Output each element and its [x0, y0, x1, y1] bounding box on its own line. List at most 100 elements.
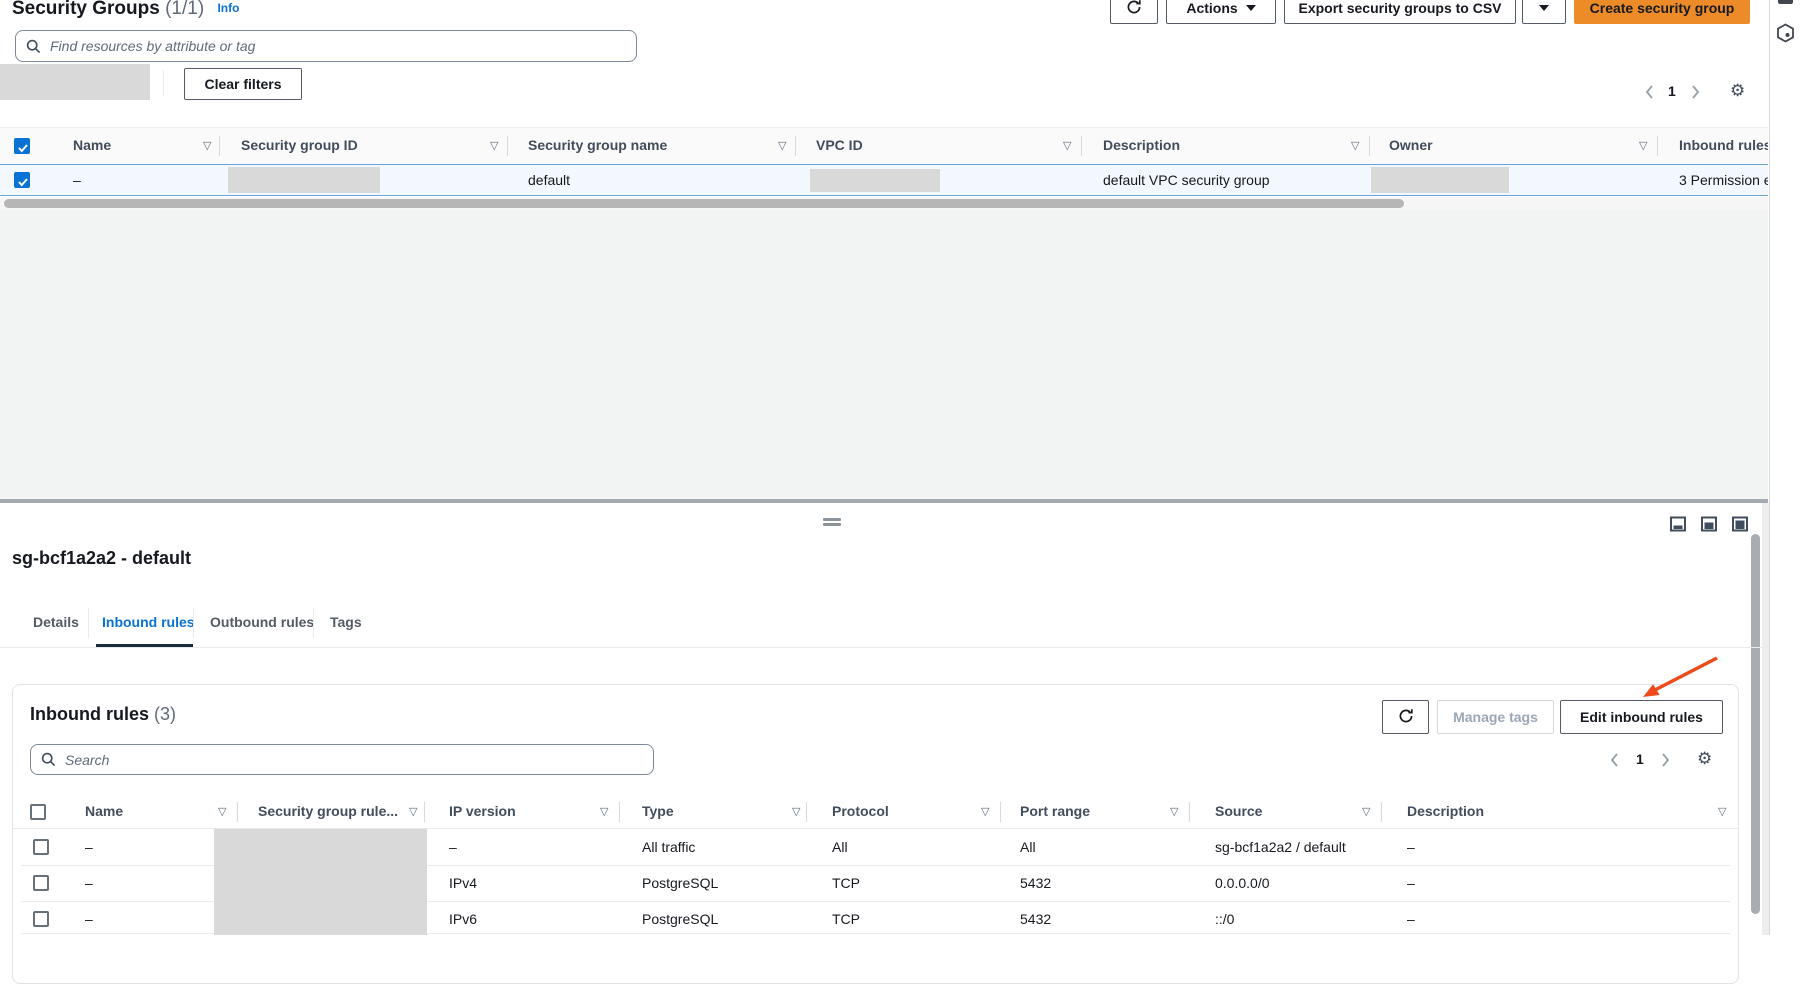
- sort-icon[interactable]: ▽: [490, 139, 498, 152]
- column-divider[interactable]: [806, 802, 807, 822]
- find-resources-input[interactable]: [48, 37, 626, 55]
- security-groups-table: Name ▽ Security group ID ▽ Security grou…: [0, 127, 1768, 208]
- column-header-name[interactable]: Name: [85, 803, 123, 819]
- tab-details[interactable]: Details: [33, 614, 79, 630]
- split-panel-drag-handle[interactable]: [823, 518, 841, 528]
- create-security-group-button[interactable]: Create security group: [1574, 0, 1750, 24]
- find-resources-searchbox: [15, 30, 637, 62]
- column-header-description[interactable]: Description: [1103, 137, 1180, 153]
- column-header-protocol[interactable]: Protocol: [832, 803, 889, 819]
- tab-divider: [193, 608, 194, 638]
- sort-icon[interactable]: ▽: [600, 805, 608, 818]
- next-page-icon[interactable]: [1660, 752, 1671, 773]
- column-divider[interactable]: [507, 136, 508, 156]
- inbound-refresh-button[interactable]: [1382, 700, 1429, 734]
- sort-icon[interactable]: ▽: [792, 805, 800, 818]
- row-checkbox[interactable]: [33, 911, 49, 927]
- select-all-checkbox[interactable]: [30, 804, 46, 820]
- column-header-sg-name[interactable]: Security group name: [528, 137, 667, 153]
- column-header-owner[interactable]: Owner: [1389, 137, 1433, 153]
- refresh-icon: [1398, 708, 1414, 727]
- redacted-security-group-rule-id-column: [214, 829, 427, 935]
- sort-icon[interactable]: ▽: [203, 139, 211, 152]
- refresh-button[interactable]: [1110, 0, 1158, 24]
- actions-button[interactable]: Actions: [1166, 0, 1276, 24]
- column-header-port-range[interactable]: Port range: [1020, 803, 1090, 819]
- column-divider[interactable]: [1381, 802, 1382, 822]
- column-divider[interactable]: [795, 136, 796, 156]
- column-divider[interactable]: [1000, 802, 1001, 822]
- column-divider[interactable]: [1189, 802, 1190, 822]
- export-csv-dropdown-button[interactable]: [1522, 0, 1566, 24]
- vertical-scrollbar-track[interactable]: [1762, 503, 1769, 935]
- export-csv-button[interactable]: Export security groups to CSV: [1284, 0, 1516, 24]
- column-divider[interactable]: [1081, 136, 1082, 156]
- column-header-type[interactable]: Type: [642, 803, 674, 819]
- panel-size-large-icon[interactable]: [1728, 514, 1752, 534]
- page-number[interactable]: 1: [1636, 751, 1644, 767]
- gear-icon[interactable]: ⚙: [1697, 751, 1712, 768]
- row-checkbox[interactable]: [33, 875, 49, 891]
- partial-icon[interactable]: [1778, 0, 1793, 4]
- column-divider[interactable]: [424, 802, 425, 822]
- tab-outbound-rules[interactable]: Outbound rules: [210, 614, 314, 630]
- vertical-scrollbar-thumb[interactable]: [1751, 534, 1760, 914]
- row-checkbox[interactable]: [14, 172, 30, 188]
- select-all-checkbox[interactable]: [14, 138, 30, 154]
- column-divider[interactable]: [237, 802, 238, 822]
- clear-filters-button[interactable]: Clear filters: [184, 68, 302, 100]
- column-header-sg-rule-id[interactable]: Security group rule...: [258, 803, 398, 819]
- split-panel-divider[interactable]: [0, 499, 1768, 503]
- cell-name: –: [85, 875, 93, 891]
- cell-inbound-rules-count: 3 Permission en: [1679, 172, 1768, 188]
- page-title-count: (1/1): [165, 0, 204, 19]
- tab-inbound-rules[interactable]: Inbound rules: [102, 614, 195, 630]
- clear-filters-label: Clear filters: [204, 76, 281, 92]
- export-csv-label: Export security groups to CSV: [1298, 0, 1501, 16]
- column-header-inbound-rules-count[interactable]: Inbound rules co: [1679, 137, 1768, 153]
- sort-icon[interactable]: ▽: [1170, 805, 1178, 818]
- cell-source: ::/0: [1215, 911, 1234, 927]
- manage-tags-button[interactable]: Manage tags: [1437, 700, 1554, 734]
- edit-inbound-rules-button[interactable]: Edit inbound rules: [1560, 700, 1723, 734]
- column-header-ip-version[interactable]: IP version: [449, 803, 516, 819]
- sort-icon[interactable]: ▽: [1351, 139, 1359, 152]
- cell-name: –: [85, 839, 93, 855]
- redacted-vpc-id: [810, 169, 940, 192]
- gear-icon[interactable]: ⚙: [1730, 83, 1745, 100]
- sort-icon[interactable]: ▽: [1362, 805, 1370, 818]
- previous-page-icon[interactable]: [1609, 752, 1620, 773]
- column-header-source[interactable]: Source: [1215, 803, 1262, 819]
- sort-icon[interactable]: ▽: [1718, 805, 1726, 818]
- sort-icon[interactable]: ▽: [981, 805, 989, 818]
- next-page-icon[interactable]: [1690, 84, 1701, 105]
- horizontal-scrollbar-track[interactable]: [0, 197, 1768, 210]
- inbound-search-input[interactable]: [63, 751, 643, 769]
- create-security-group-label: Create security group: [1590, 0, 1735, 16]
- column-header-vpc-id[interactable]: VPC ID: [816, 137, 863, 153]
- tab-tags[interactable]: Tags: [330, 614, 362, 630]
- previous-page-icon[interactable]: [1644, 84, 1655, 105]
- sort-icon[interactable]: ▽: [218, 805, 226, 818]
- column-divider[interactable]: [219, 136, 220, 156]
- panel-size-medium-icon[interactable]: [1697, 514, 1721, 534]
- row-checkbox[interactable]: [33, 839, 49, 855]
- column-header-sg-id[interactable]: Security group ID: [241, 137, 358, 153]
- sort-icon[interactable]: ▽: [1639, 139, 1647, 152]
- sort-icon[interactable]: ▽: [778, 139, 786, 152]
- sort-icon[interactable]: ▽: [1063, 139, 1071, 152]
- panel-size-small-icon[interactable]: [1666, 514, 1690, 534]
- cell-protocol: TCP: [832, 911, 860, 927]
- horizontal-scrollbar-thumb[interactable]: [4, 199, 1404, 208]
- filter-divider: [163, 70, 164, 96]
- column-divider[interactable]: [1369, 136, 1370, 156]
- sort-icon[interactable]: ▽: [409, 805, 417, 818]
- amazon-q-icon[interactable]: [1776, 23, 1795, 48]
- column-header-name[interactable]: Name: [73, 137, 111, 153]
- column-header-description[interactable]: Description: [1407, 803, 1484, 819]
- info-link[interactable]: Info: [217, 1, 239, 15]
- column-divider[interactable]: [1657, 136, 1658, 156]
- column-divider[interactable]: [619, 802, 620, 822]
- search-icon: [26, 39, 41, 54]
- page-number[interactable]: 1: [1668, 83, 1676, 99]
